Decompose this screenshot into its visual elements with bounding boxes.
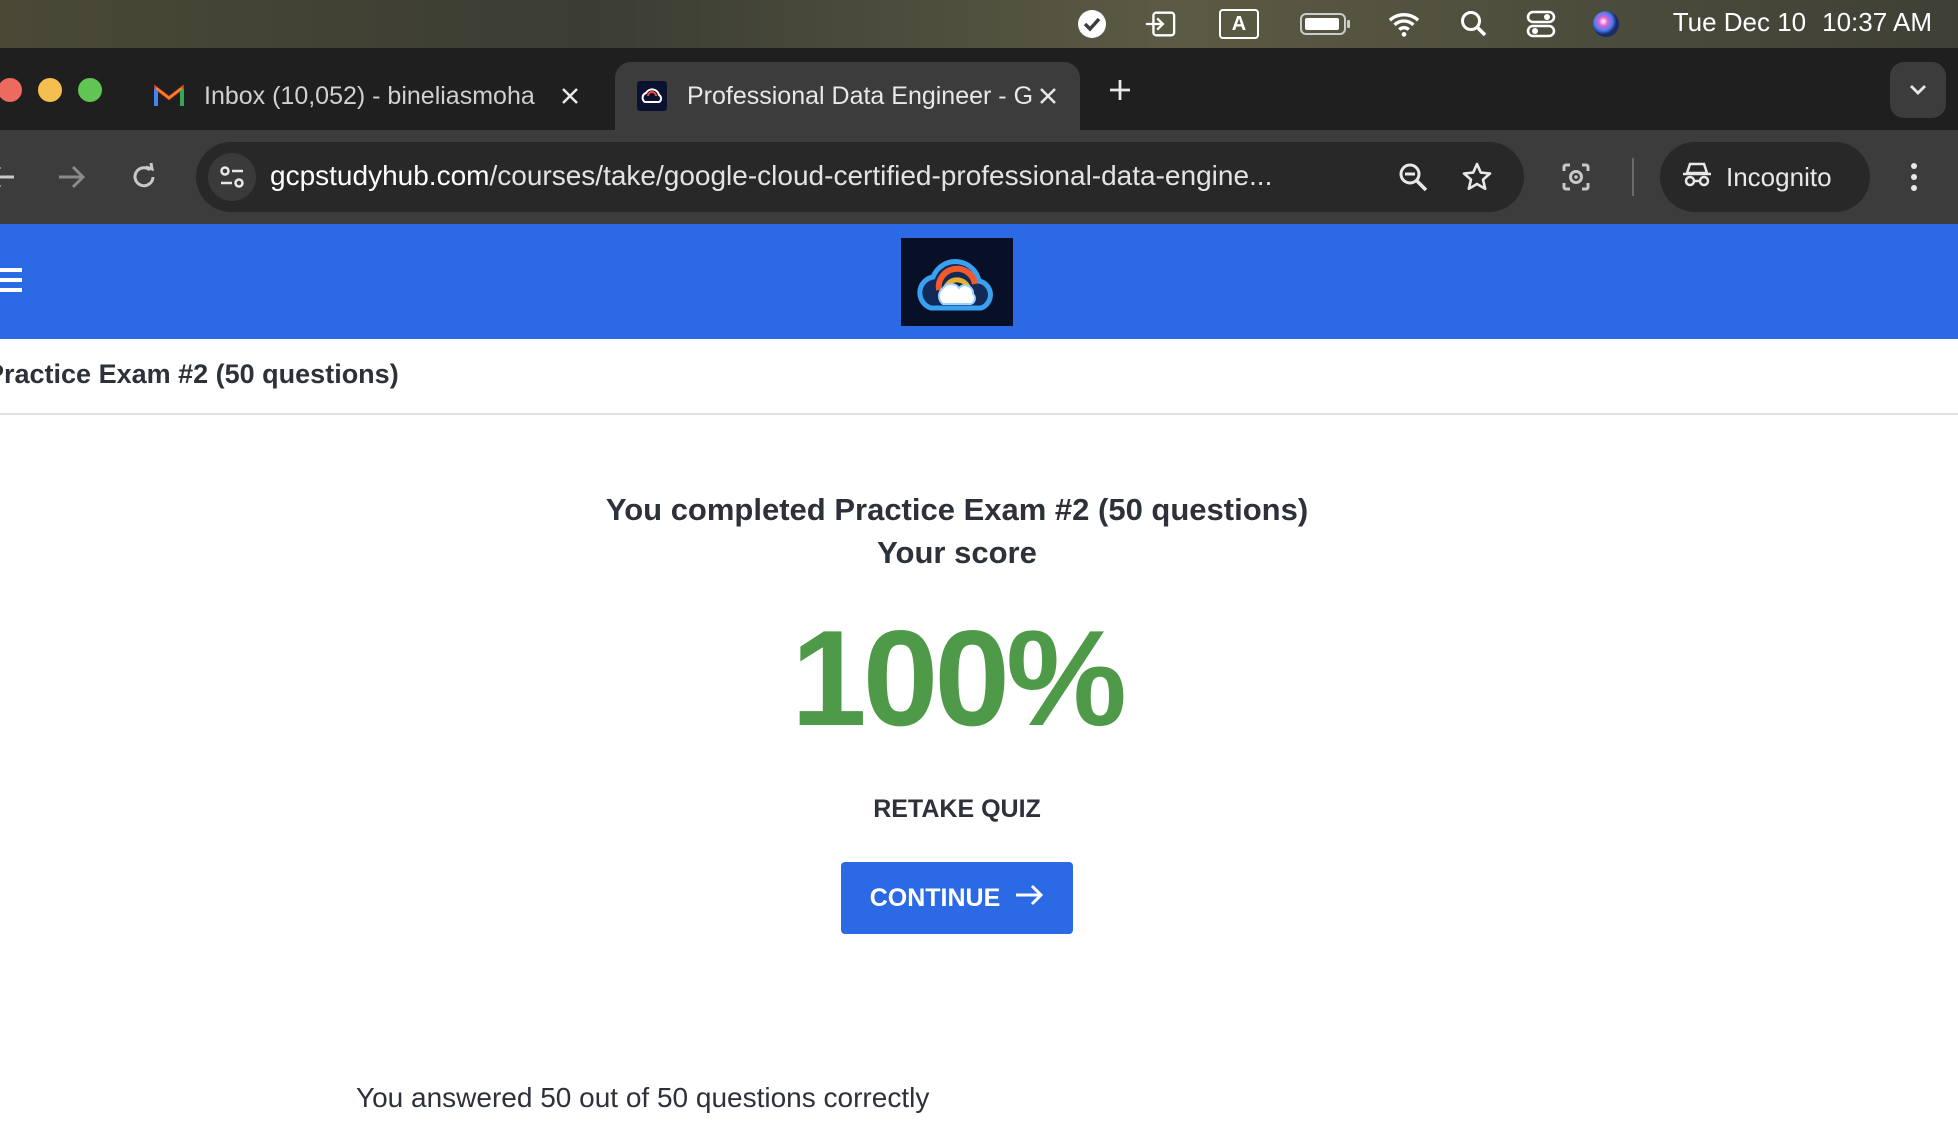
window-close-button[interactable]: [0, 78, 22, 102]
battery-icon[interactable]: [1298, 8, 1352, 40]
answered-summary: You answered 50 out of 50 questions corr…: [356, 1082, 930, 1113]
google-lens-icon[interactable]: [1555, 156, 1597, 198]
score-value: 100%: [791, 602, 1127, 754]
close-tab-icon[interactable]: [1032, 80, 1064, 112]
input-source-icon[interactable]: A: [1217, 8, 1261, 40]
url-host: gcpstudyhub.com: [270, 160, 490, 191]
quiz-result-summary: You completed Practice Exam #2 (50 quest…: [0, 488, 1914, 574]
new-tab-button[interactable]: [1100, 70, 1140, 110]
wifi-icon[interactable]: [1388, 8, 1420, 40]
site-header: [0, 224, 1958, 339]
browser-tab-strip: Inbox (10,052) - bineliasmoha Profession…: [0, 48, 1958, 130]
checkmark-circle-icon[interactable]: [1076, 8, 1108, 40]
address-bar[interactable]: gcpstudyhub.com/courses/take/google-clou…: [196, 142, 1524, 212]
close-tab-icon[interactable]: [554, 80, 586, 112]
retake-quiz-button[interactable]: RETAKE QUIZ: [0, 795, 1914, 824]
back-button[interactable]: [0, 156, 22, 198]
browser-toolbar: gcpstudyhub.com/courses/take/google-clou…: [0, 130, 1958, 224]
tab-label: Inbox (10,052) - bineliasmoha: [204, 81, 535, 110]
gcp-cloud-logo-icon: [637, 81, 667, 111]
menubar-time: 10:37 AM: [1822, 7, 1932, 37]
incognito-icon: [1682, 160, 1712, 195]
gmail-icon: [154, 81, 184, 111]
incognito-label: Incognito: [1726, 161, 1832, 192]
menubar-date: Tue Dec 10: [1672, 7, 1807, 37]
score-label: Your score: [877, 535, 1037, 570]
sidecar-icon[interactable]: [1144, 8, 1176, 40]
bookmark-star-icon[interactable]: [1456, 156, 1498, 198]
course-title-bar: Practice Exam #2 (50 questions): [0, 339, 1958, 415]
browser-menu-icon[interactable]: [1893, 156, 1935, 198]
reload-button[interactable]: [123, 156, 165, 198]
window-minimize-button[interactable]: [38, 78, 62, 102]
menubar-clock[interactable]: Tue Dec 10 10:37 AM: [1673, 7, 1932, 38]
macos-menu-bar: A Tue Dec 10 10:37 AM: [0, 0, 1958, 48]
zoom-icon[interactable]: [1392, 156, 1434, 198]
arrow-right-icon: [1014, 884, 1044, 913]
tab-label: Professional Data Engineer - G: [687, 81, 1032, 110]
hamburger-menu-icon[interactable]: [0, 268, 22, 294]
continue-button[interactable]: CONTINUE: [841, 862, 1073, 934]
url-text[interactable]: gcpstudyhub.com/courses/take/google-clou…: [270, 160, 1370, 192]
forward-button[interactable]: [51, 156, 93, 198]
tab-gmail-inbox[interactable]: Inbox (10,052) - bineliasmoha: [132, 62, 602, 130]
window-zoom-button[interactable]: [78, 78, 102, 102]
continue-label: CONTINUE: [869, 883, 1001, 912]
incognito-indicator[interactable]: Incognito: [1660, 142, 1870, 212]
url-path: /courses/take/google-cloud-certified-pro…: [489, 160, 1273, 191]
site-info-icon[interactable]: [208, 153, 256, 201]
control-center-icon[interactable]: [1525, 8, 1557, 40]
toolbar-divider: [1632, 158, 1634, 196]
siri-icon[interactable]: [1590, 8, 1622, 40]
gcp-study-hub-logo[interactable]: [901, 238, 1013, 326]
spotlight-search-icon[interactable]: [1458, 8, 1490, 40]
course-title: Practice Exam #2 (50 questions): [0, 359, 399, 389]
input-source-letter: A: [1219, 9, 1259, 39]
tab-search-button[interactable]: [1890, 62, 1946, 118]
tab-professional-data-engineer[interactable]: Professional Data Engineer - G: [615, 62, 1080, 130]
completion-message: You completed Practice Exam #2 (50 quest…: [605, 492, 1309, 527]
